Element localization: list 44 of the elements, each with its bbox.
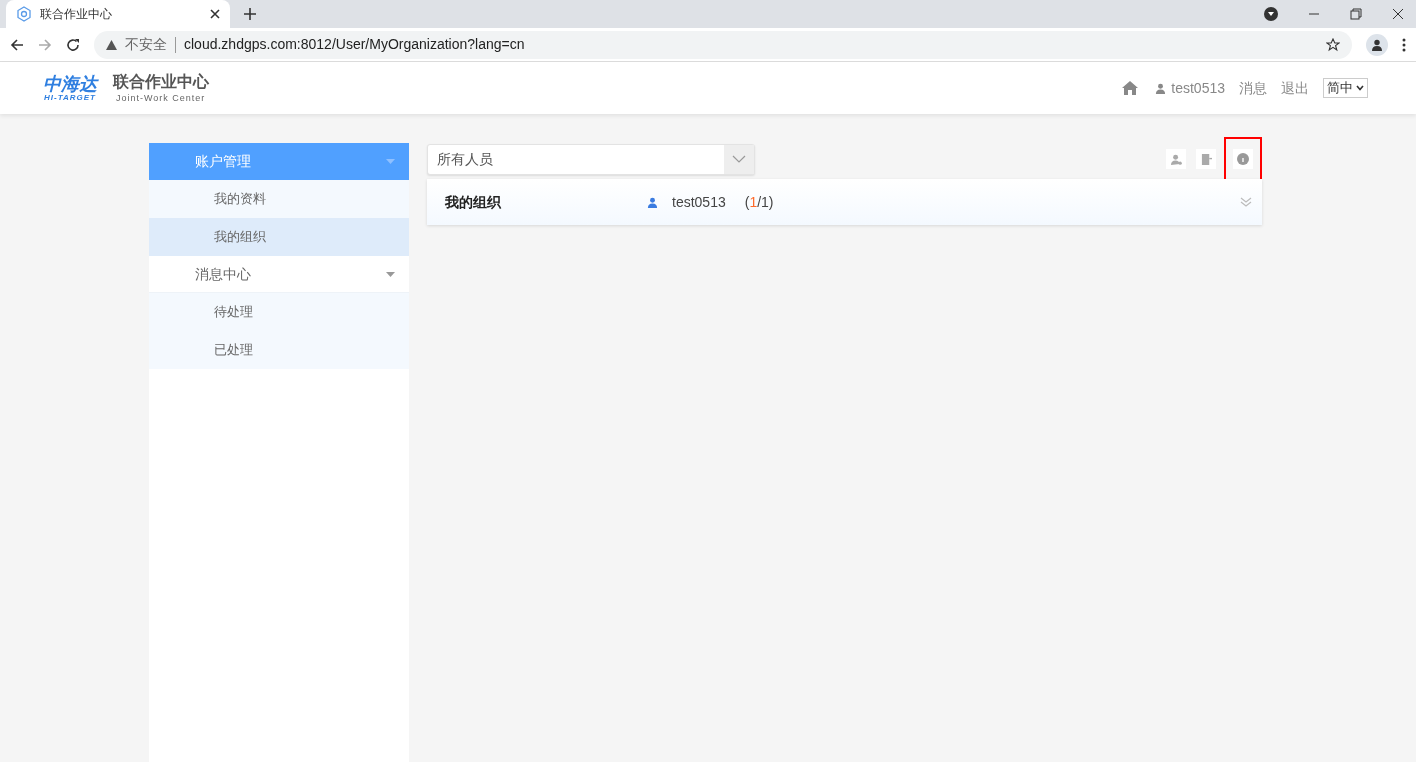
- user-icon: [647, 196, 658, 208]
- browser-tab[interactable]: 联合作业中心: [6, 0, 230, 28]
- document-icon: [1200, 153, 1212, 165]
- tab-title: 联合作业中心: [40, 6, 113, 23]
- owner-name: test0513: [672, 192, 726, 212]
- brand-logo: 中海达: [43, 74, 97, 93]
- back-icon[interactable]: [10, 37, 24, 52]
- reload-icon[interactable]: [66, 37, 80, 52]
- hexagon-icon: [16, 6, 32, 22]
- warning-icon: [106, 39, 117, 50]
- close-icon[interactable]: [210, 9, 220, 19]
- url-text: cloud.zhdgps.com:8012/User/MyOrganization?lang=cn: [184, 35, 526, 54]
- chevron-down-icon: [732, 155, 746, 163]
- language-select[interactable]: 简中: [1323, 78, 1368, 98]
- sidebar-item[interactable]: 我的组织: [149, 218, 409, 256]
- sidebar-item[interactable]: 已处理: [149, 331, 409, 369]
- user-icon: [1170, 153, 1182, 165]
- user-link[interactable]: test0513: [1155, 77, 1225, 99]
- header-link[interactable]: 消息: [1239, 77, 1267, 99]
- star-icon[interactable]: [1326, 37, 1340, 52]
- member-count: (1/1): [744, 192, 774, 212]
- header-link[interactable]: 退出: [1281, 77, 1309, 99]
- organization-name: 我的组织: [445, 192, 502, 212]
- user-icon: [1371, 38, 1383, 51]
- close-icon[interactable]: [1392, 8, 1404, 20]
- chevron-down-icon: [1356, 85, 1364, 91]
- menu-icon[interactable]: [1402, 37, 1406, 52]
- restore-icon[interactable]: [1350, 8, 1362, 20]
- profile-button[interactable]: [1366, 33, 1388, 56]
- brand-subtitle: HI-TARGET: [44, 92, 96, 102]
- sidebar-item[interactable]: 我的资料: [149, 180, 409, 218]
- new-tab-icon[interactable]: [244, 8, 256, 20]
- site-title: 联合作业中心: [113, 72, 209, 92]
- info-icon: [1237, 153, 1249, 165]
- site-subtitle: Joint-Work Center: [116, 92, 207, 104]
- security-label: 不安全: [125, 35, 167, 54]
- address-bar[interactable]: 不安全 cloud.zhdgps.com:8012/User/MyOrganization?lang=cn: [94, 30, 1352, 59]
- home-icon[interactable]: [1121, 80, 1140, 96]
- member-select[interactable]: 所有人员: [427, 143, 755, 175]
- media-icon[interactable]: [1264, 7, 1278, 21]
- sidebar-item[interactable]: 待处理: [149, 293, 409, 331]
- user-icon: [1155, 82, 1167, 94]
- caret-icon: [386, 159, 395, 164]
- caret-icon: [386, 271, 395, 277]
